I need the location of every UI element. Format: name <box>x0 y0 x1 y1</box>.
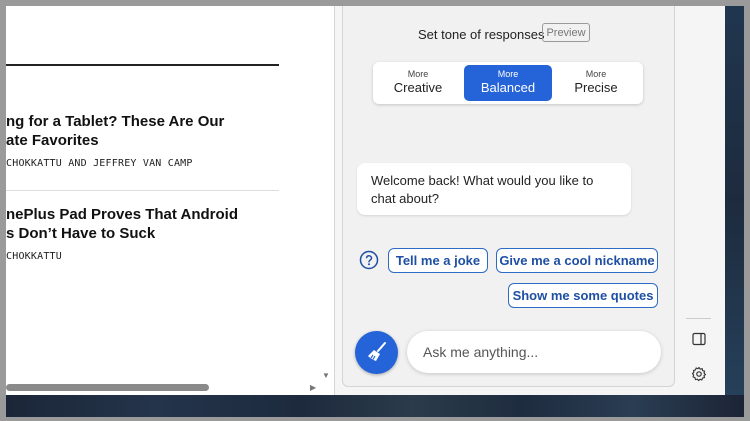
horizontal-scrollbar-thumb[interactable] <box>6 384 209 391</box>
web-page: ng for a Tablet? These Are Our ate Favor… <box>6 6 334 395</box>
tone-precise-button[interactable]: More Precise <box>552 65 640 101</box>
suggestion-quotes-button[interactable]: Show me some quotes <box>508 283 658 308</box>
gear-icon[interactable] <box>691 366 707 382</box>
side-rail-divider <box>686 318 711 319</box>
tone-prefix: More <box>585 69 607 79</box>
scroll-right-arrow-icon[interactable]: ▶ <box>310 383 316 392</box>
window-frame-bottom <box>0 417 750 421</box>
question-circle-icon[interactable] <box>359 250 379 270</box>
tone-prefix: More <box>407 69 429 79</box>
page-header-rule <box>6 64 279 66</box>
tone-name: Creative <box>393 80 443 95</box>
scroll-down-arrow-icon[interactable]: ▼ <box>322 371 330 380</box>
article-title[interactable]: nePlus Pad Proves That Android s Don’t H… <box>6 205 296 243</box>
article-author[interactable]: CHOKKATTU AND JEFFREY VAN CAMP <box>6 158 193 169</box>
new-topic-button[interactable] <box>355 331 398 374</box>
tone-balanced-button[interactable]: More Balanced <box>464 65 552 101</box>
bot-welcome-message: Welcome back! What would you like to cha… <box>357 163 631 215</box>
broom-icon <box>365 340 389 369</box>
article-divider <box>6 190 279 191</box>
suggestion-joke-button[interactable]: Tell me a joke <box>388 248 488 273</box>
tone-creative-button[interactable]: More Creative <box>374 65 462 101</box>
preview-badge: Preview <box>542 23 590 42</box>
tone-label: Set tone of responses <box>418 27 545 42</box>
tone-name: Balanced <box>480 80 536 95</box>
sidebar-panel-icon[interactable] <box>691 331 707 347</box>
suggestion-nickname-button[interactable]: Give me a cool nickname <box>496 248 658 273</box>
tone-prefix: More <box>497 69 519 79</box>
tone-selector: More Creative More Balanced More Precise <box>373 62 643 104</box>
window-frame-right <box>744 0 750 421</box>
desktop-wallpaper-edge <box>724 6 744 395</box>
chat-input[interactable] <box>407 331 661 373</box>
desktop-wallpaper <box>6 395 744 417</box>
tone-name: Precise <box>574 80 618 95</box>
article-author[interactable]: CHOKKATTU <box>6 251 62 262</box>
article-title[interactable]: ng for a Tablet? These Are Our ate Favor… <box>6 112 296 150</box>
